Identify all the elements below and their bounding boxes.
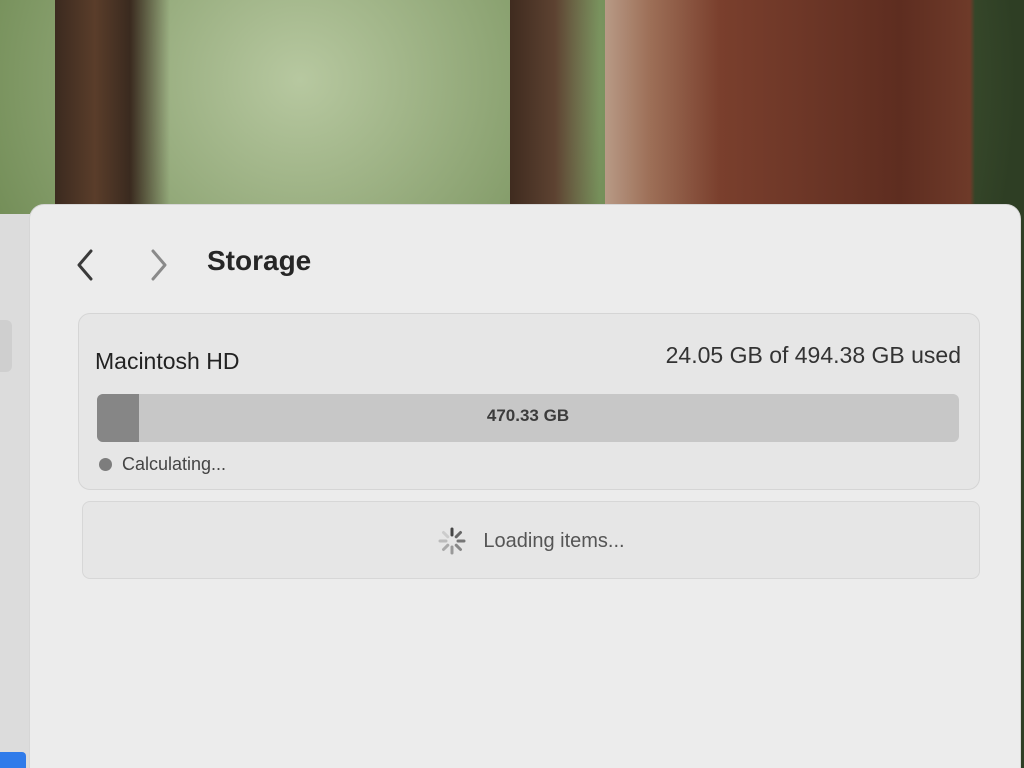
toolbar: Storage <box>30 205 1020 313</box>
back-button[interactable] <box>68 245 104 285</box>
page-title: Storage <box>207 245 312 276</box>
chevron-right-icon <box>151 249 167 281</box>
legend-dot-icon <box>99 458 112 471</box>
sidebar-selection-edge <box>0 320 12 372</box>
storage-bar[interactable]: 470.33 GB <box>97 394 959 442</box>
disk-name: Macintosh HD <box>95 348 240 374</box>
available-space-label: 470.33 GB <box>486 406 570 425</box>
loading-indicator: Loading items... <box>83 526 979 556</box>
disk-usage-text: 24.05 GB of 494.38 GB used <box>665 342 961 368</box>
chevron-left-icon <box>77 249 93 281</box>
storage-items-card: Loading items... <box>82 501 980 579</box>
legend-label: Calculating... <box>122 454 227 474</box>
loading-items-text: Loading items... <box>483 529 625 552</box>
spinner-icon <box>438 527 466 555</box>
sidebar-edge <box>0 214 31 768</box>
storage-legend: Calculating... <box>99 454 226 475</box>
disk-card: Macintosh HD 24.05 GB of 494.38 GB used … <box>78 313 980 490</box>
system-settings-window: Storage Macintosh HD 24.05 GB of 494.38 … <box>30 205 1020 768</box>
sidebar-selected-item[interactable] <box>0 752 26 768</box>
forward-button[interactable] <box>140 245 176 285</box>
